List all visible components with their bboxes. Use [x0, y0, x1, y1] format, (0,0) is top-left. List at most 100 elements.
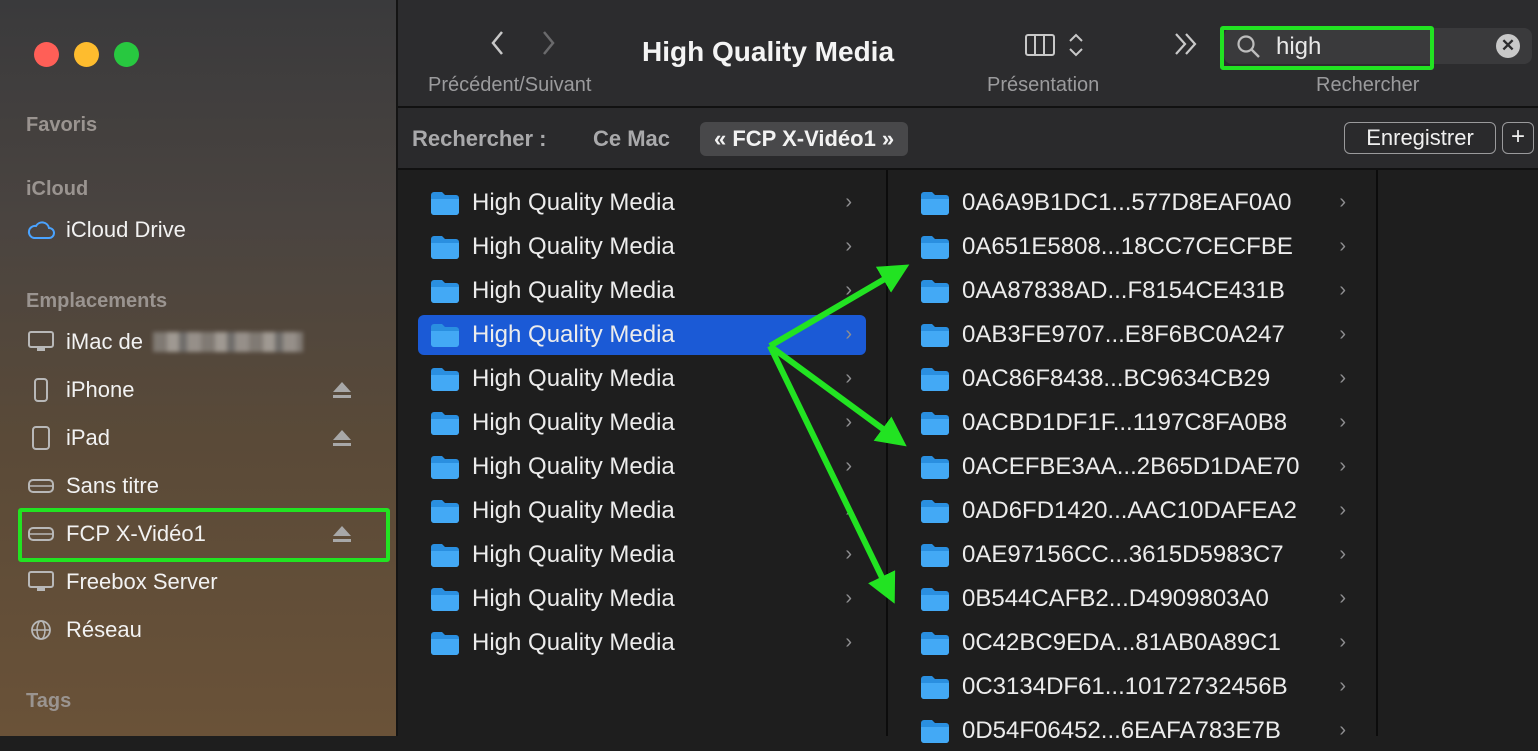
chevron-right-icon: ›	[1339, 587, 1346, 609]
highlight-box	[1220, 26, 1434, 70]
view-mode-button[interactable]	[1024, 30, 1094, 60]
sidebar-item-iphone[interactable]: iPhone	[26, 370, 366, 410]
chevron-right-icon: ›	[845, 235, 852, 257]
chevron-right-icon: ›	[1339, 455, 1346, 477]
results-column-3	[1378, 170, 1538, 736]
chevron-right-icon: ›	[845, 543, 852, 565]
zoom-window-button[interactable]	[114, 42, 139, 67]
chevron-right-icon: ›	[1339, 235, 1346, 257]
list-item[interactable]: High Quality Media ›	[418, 623, 866, 663]
eject-icon[interactable]	[330, 426, 354, 450]
list-item[interactable]: 0C3134DF61...10172732456B ›	[908, 667, 1356, 707]
folder-icon	[431, 236, 459, 259]
more-toolbar-icon[interactable]	[1172, 30, 1200, 58]
forward-button[interactable]	[538, 28, 558, 58]
item-name: High Quality Media	[472, 585, 675, 612]
folder-icon	[921, 456, 949, 479]
item-name: High Quality Media	[472, 453, 675, 480]
item-name: High Quality Media	[472, 365, 675, 392]
list-item[interactable]: 0ACBD1DF1F...1197C8FA0B8 ›	[908, 403, 1356, 443]
folder-icon	[431, 588, 459, 611]
chevron-right-icon: ›	[845, 587, 852, 609]
item-name: 0A651E5808...18CC7CECFBE	[962, 233, 1293, 260]
chevron-right-icon: ›	[845, 323, 852, 345]
sidebar-item-sans-titre[interactable]: Sans titre	[26, 466, 366, 506]
list-item[interactable]: High Quality Media ›	[418, 271, 866, 311]
sidebar-item-icloud-drive[interactable]: iCloud Drive	[26, 210, 366, 250]
desktop-icon	[26, 327, 56, 357]
chevron-right-icon: ›	[845, 499, 852, 521]
add-criteria-button[interactable]: +	[1502, 122, 1534, 154]
desktop-icon	[26, 567, 56, 597]
list-item[interactable]: High Quality Media ›	[418, 359, 866, 399]
clear-search-icon[interactable]: ✕	[1496, 34, 1520, 58]
redacted-name	[153, 332, 304, 352]
chevron-right-icon: ›	[1339, 719, 1346, 741]
item-name: High Quality Media	[472, 321, 675, 348]
iphone-icon	[26, 375, 56, 405]
list-item[interactable]: 0AB3FE9707...E8F6BC0A247 ›	[908, 315, 1356, 355]
item-name: High Quality Media	[472, 629, 675, 656]
scope-this-mac[interactable]: Ce Mac	[593, 126, 670, 152]
results-column-2: 0A6A9B1DC1...577D8EAF0A0 › 0A651E5808...18…	[888, 170, 1378, 744]
folder-icon	[921, 720, 949, 743]
minimize-window-button[interactable]	[74, 42, 99, 67]
close-window-button[interactable]	[34, 42, 59, 67]
favorites-header: Favoris	[26, 114, 98, 136]
eject-icon[interactable]	[330, 378, 354, 402]
results-column-1: High Quality Media › High Quality Media › Hi…	[398, 170, 888, 736]
item-name: High Quality Media	[472, 233, 675, 260]
sidebar-item-freebox-server[interactable]: Freebox Server	[26, 562, 366, 602]
list-item[interactable]: 0AD6FD1420...AAC10DAFEA2 ›	[908, 491, 1356, 531]
folder-icon	[921, 192, 949, 215]
list-item[interactable]: High Quality Media ›	[418, 403, 866, 443]
item-name: 0B544CAFB2...D4909803A0	[962, 585, 1269, 612]
ipad-icon	[26, 423, 56, 453]
sidebar-item-reseau[interactable]: Réseau	[26, 610, 366, 650]
sidebar-item-imac[interactable]: iMac de	[26, 322, 366, 362]
list-item[interactable]: 0B544CAFB2...D4909803A0 ›	[908, 579, 1356, 619]
item-name: 0AA87838AD...F8154CE431B	[962, 277, 1285, 304]
scope-fcp-x-video1[interactable]: « FCP X-Vidéo1 »	[700, 122, 909, 156]
back-button[interactable]	[488, 28, 508, 58]
sidebar-item-ipad[interactable]: iPad	[26, 418, 366, 458]
folder-icon	[921, 632, 949, 655]
list-item[interactable]: 0ACEFBE3AA...2B65D1DAE70 ›	[908, 447, 1356, 487]
list-item[interactable]: 0AE97156CC...3615D5983C7 ›	[908, 535, 1356, 575]
item-name: 0ACBD1DF1F...1197C8FA0B8	[962, 409, 1288, 436]
columns-view-icon	[1025, 33, 1083, 57]
chevron-right-icon: ›	[1339, 675, 1346, 697]
sidebar-item-label: iMac de	[66, 329, 144, 354]
item-name: 0D54F06452...6EAFA783E7B	[962, 717, 1281, 744]
chevron-right-icon: ›	[845, 191, 852, 213]
nav-label: Précédent/Suivant	[428, 74, 592, 96]
folder-icon	[921, 676, 949, 699]
item-name: High Quality Media	[472, 189, 675, 216]
list-item[interactable]: High Quality Media ›	[418, 227, 866, 267]
save-search-button[interactable]: Enregistrer	[1344, 122, 1496, 154]
list-item[interactable]: 0D54F06452...6EAFA783E7B ›	[908, 711, 1356, 751]
list-item[interactable]: High Quality Media ›	[418, 535, 866, 575]
list-item[interactable]: High Quality Media ›	[418, 579, 866, 619]
folder-icon	[921, 588, 949, 611]
highlight-box	[18, 508, 390, 562]
item-name: 0AC86F8438...BC9634CB29	[962, 365, 1271, 392]
list-item[interactable]: High Quality Media ›	[418, 315, 866, 355]
list-item[interactable]: 0C42BC9EDA...81AB0A89C1 ›	[908, 623, 1356, 663]
chevron-right-icon: ›	[1339, 279, 1346, 301]
icloud-header: iCloud	[26, 178, 89, 200]
sidebar-item-label: iCloud Drive	[66, 217, 186, 242]
list-item[interactable]: 0AA87838AD...F8154CE431B ›	[908, 271, 1356, 311]
chevron-right-icon: ›	[845, 279, 852, 301]
view-label: Présentation	[987, 74, 1100, 96]
item-name: High Quality Media	[472, 497, 675, 524]
list-item[interactable]: 0A651E5808...18CC7CECFBE ›	[908, 227, 1356, 267]
list-item[interactable]: 0AC86F8438...BC9634CB29 ›	[908, 359, 1356, 399]
list-item[interactable]: High Quality Media ›	[418, 491, 866, 531]
list-item[interactable]: High Quality Media ›	[418, 447, 866, 487]
list-item[interactable]: High Quality Media ›	[418, 183, 866, 223]
chevron-right-icon: ›	[845, 631, 852, 653]
folder-icon	[431, 412, 459, 435]
list-item[interactable]: 0A6A9B1DC1...577D8EAF0A0 ›	[908, 183, 1356, 223]
tags-header: Tags	[26, 690, 72, 712]
